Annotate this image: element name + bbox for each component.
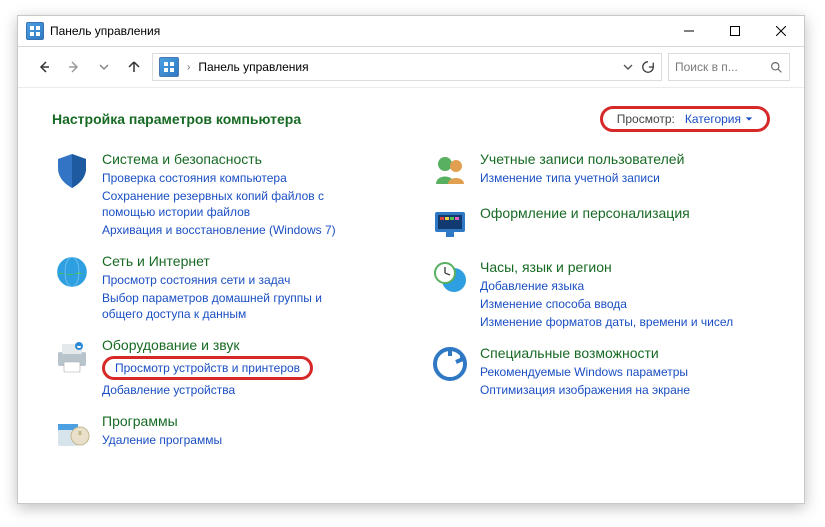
category-system-security: Система и безопасность Проверка состояни… xyxy=(52,150,392,238)
category-link[interactable]: Изменение способа ввода xyxy=(480,296,733,312)
search-icon xyxy=(770,61,783,74)
globe-icon xyxy=(52,252,92,292)
maximize-button[interactable] xyxy=(712,16,758,46)
category-link[interactable]: Удаление программы xyxy=(102,432,222,448)
chevron-down-icon[interactable] xyxy=(623,62,633,72)
viewby-value: Категория xyxy=(685,112,741,126)
category-link[interactable]: Рекомендуемые Windows параметры xyxy=(480,364,690,380)
category-programs: Программы Удаление программы xyxy=(52,412,392,452)
clock-globe-icon xyxy=(430,258,470,298)
control-panel-window: Панель управления xyxy=(17,15,805,504)
printer-icon xyxy=(52,336,92,376)
users-icon xyxy=(430,150,470,190)
category-title[interactable]: Оформление и персонализация xyxy=(480,204,690,222)
page-title: Настройка параметров компьютера xyxy=(52,111,600,127)
left-column: Система и безопасность Проверка состояни… xyxy=(52,150,392,452)
caret-down-icon xyxy=(745,115,753,123)
category-link[interactable]: Просмотр состояния сети и задач xyxy=(102,272,362,288)
category-title[interactable]: Оборудование и звук xyxy=(102,336,313,354)
close-button[interactable] xyxy=(758,16,804,46)
back-button[interactable] xyxy=(32,55,56,79)
window-title: Панель управления xyxy=(50,24,160,38)
category-hardware-sound: Оборудование и звук Просмотр устройств и… xyxy=(52,336,392,398)
viewby-dropdown[interactable]: Категория xyxy=(685,112,753,126)
view-by-control: Просмотр: Категория xyxy=(600,106,770,132)
category-user-accounts: Учетные записи пользователей Изменение т… xyxy=(430,150,770,190)
search-placeholder: Поиск в п... xyxy=(675,60,738,74)
category-title[interactable]: Система и безопасность xyxy=(102,150,362,168)
category-title[interactable]: Учетные записи пользователей xyxy=(480,150,684,168)
category-link[interactable]: Проверка состояния компьютера xyxy=(102,170,362,186)
breadcrumb-item[interactable]: Панель управления xyxy=(198,60,308,74)
category-link[interactable]: Добавление устройства xyxy=(102,382,313,398)
recent-dropdown[interactable] xyxy=(92,55,116,79)
viewby-label: Просмотр: xyxy=(617,112,675,126)
category-title[interactable]: Сеть и Интернет xyxy=(102,252,362,270)
breadcrumb[interactable]: › Панель управления xyxy=(152,53,662,81)
titlebar: Панель управления xyxy=(18,16,804,47)
control-panel-icon xyxy=(159,57,179,77)
search-input[interactable]: Поиск в п... xyxy=(668,53,790,81)
category-link[interactable]: Сохранение резервных копий файлов с помо… xyxy=(102,188,362,220)
refresh-icon[interactable] xyxy=(641,60,655,74)
content-area: Настройка параметров компьютера Просмотр… xyxy=(18,88,804,503)
category-link[interactable]: Изменение форматов даты, времени и чисел xyxy=(480,314,733,330)
minimize-button[interactable] xyxy=(666,16,712,46)
category-network-internet: Сеть и Интернет Просмотр состояния сети … xyxy=(52,252,392,322)
up-button[interactable] xyxy=(122,55,146,79)
programs-icon xyxy=(52,412,92,452)
control-panel-icon xyxy=(26,22,44,40)
addressbar: › Панель управления Поиск в п... xyxy=(18,47,804,88)
category-title[interactable]: Специальные возможности xyxy=(480,344,690,362)
category-link-label: Просмотр устройств и принтеров xyxy=(115,360,300,376)
monitor-icon xyxy=(430,204,470,244)
ease-of-access-icon xyxy=(430,344,470,384)
category-link[interactable]: Добавление языка xyxy=(480,278,733,294)
category-appearance-personalization: Оформление и персонализация xyxy=(430,204,770,244)
right-column: Учетные записи пользователей Изменение т… xyxy=(430,150,770,452)
category-link[interactable]: Изменение типа учетной записи xyxy=(480,170,684,186)
category-title[interactable]: Часы, язык и регион xyxy=(480,258,733,276)
category-link[interactable]: Оптимизация изображения на экране xyxy=(480,382,690,398)
category-link[interactable]: Архивация и восстановление (Windows 7) xyxy=(102,222,362,238)
window-controls xyxy=(666,16,804,46)
category-title[interactable]: Программы xyxy=(102,412,222,430)
chevron-right-icon: › xyxy=(185,62,192,73)
category-ease-of-access: Специальные возможности Рекомендуемые Wi… xyxy=(430,344,770,398)
forward-button[interactable] xyxy=(62,55,86,79)
shield-icon xyxy=(52,150,92,190)
category-clock-language-region: Часы, язык и регион Добавление языка Изм… xyxy=(430,258,770,330)
category-link[interactable]: Выбор параметров домашней группы и общег… xyxy=(102,290,362,322)
devices-printers-link[interactable]: Просмотр устройств и принтеров xyxy=(102,356,313,380)
